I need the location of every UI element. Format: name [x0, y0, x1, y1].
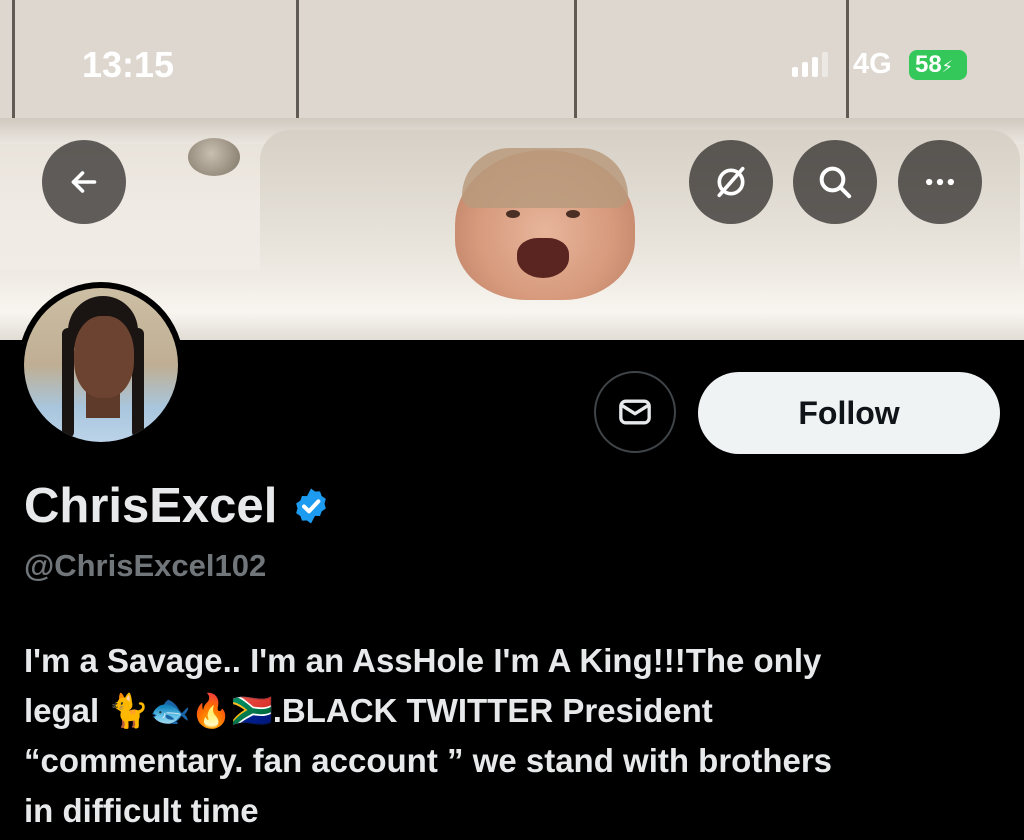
- more-horizontal-icon: [926, 178, 954, 186]
- baby-hair: [462, 148, 628, 208]
- battery-indicator: 58⚡: [909, 50, 967, 80]
- verified-badge-icon[interactable]: [291, 486, 331, 526]
- charging-icon: ⚡: [941, 59, 953, 76]
- message-button[interactable]: [594, 371, 676, 453]
- back-button[interactable]: [42, 140, 126, 224]
- network-type: 4G: [853, 48, 892, 80]
- tub-drain: [188, 138, 240, 176]
- profile-bio: I'm a Savage.. I'm an AssHole I'm A King…: [24, 642, 833, 829]
- display-name: ChrisExcel: [24, 479, 278, 533]
- arrow-left-icon: [71, 171, 97, 193]
- profile-avatar[interactable]: [18, 282, 184, 448]
- baby-eye-left: [506, 210, 520, 218]
- grok-button[interactable]: [689, 140, 773, 224]
- baby-mouth: [517, 238, 569, 278]
- profile-name-row: ChrisExcel: [24, 478, 331, 534]
- more-button[interactable]: [898, 140, 982, 224]
- baby-eye-right: [566, 210, 580, 218]
- user-handle: @ChrisExcel102: [24, 548, 267, 583]
- circle-slash-icon: [717, 166, 745, 198]
- follow-button[interactable]: Follow: [698, 372, 1000, 454]
- search-icon: [819, 166, 852, 199]
- search-button[interactable]: [793, 140, 877, 224]
- status-time: 13:15: [82, 44, 175, 85]
- battery-level: 58: [915, 51, 942, 78]
- envelope-icon: [619, 399, 651, 425]
- avatar-photo: [24, 288, 178, 442]
- signal-icon: [792, 52, 828, 77]
